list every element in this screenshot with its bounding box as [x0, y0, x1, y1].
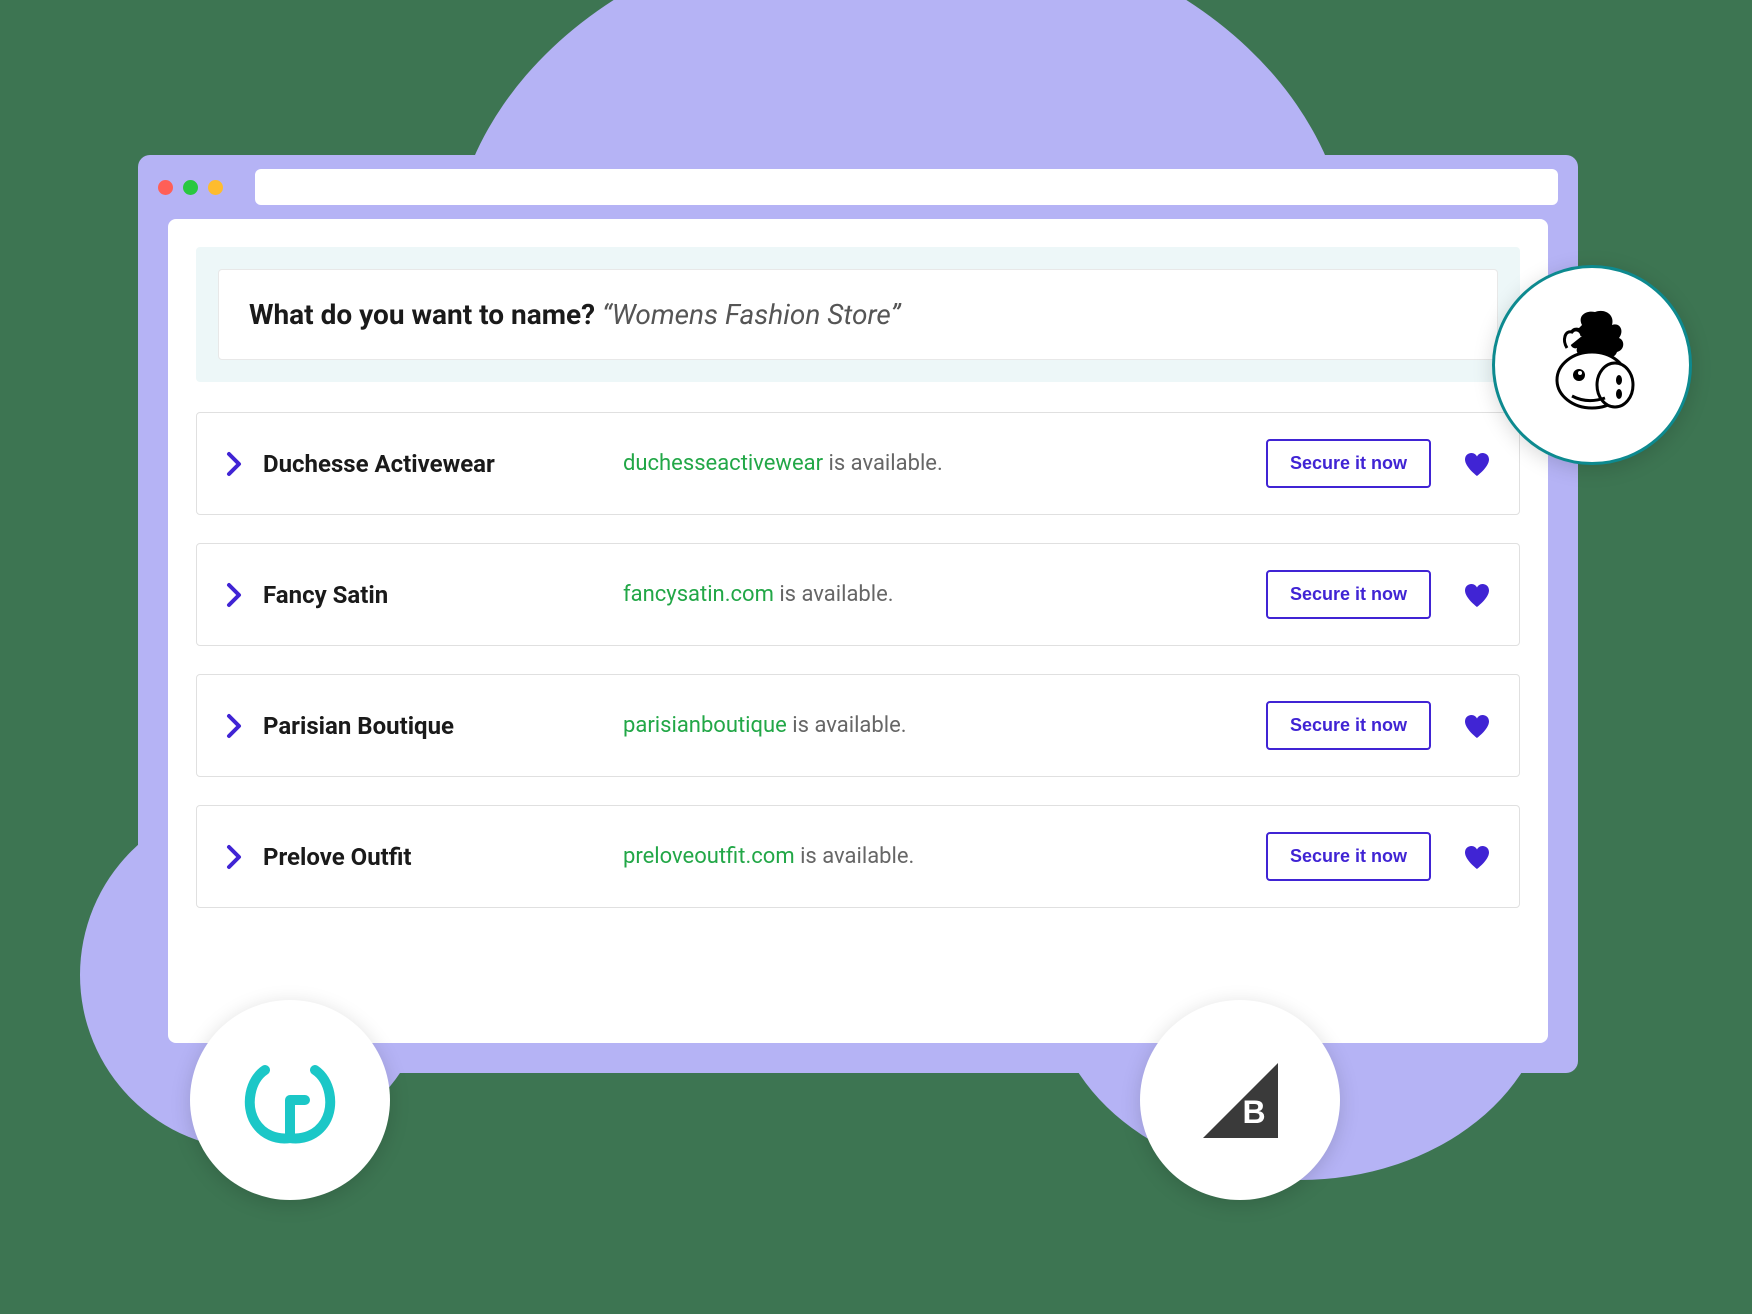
heart-icon[interactable]: [1463, 451, 1491, 477]
url-bar[interactable]: [255, 169, 1558, 205]
window-controls: [158, 180, 223, 195]
heart-icon[interactable]: [1463, 844, 1491, 870]
availability-suffix: is available.: [795, 844, 915, 869]
close-window-button[interactable]: [158, 180, 173, 195]
maximize-window-button[interactable]: [208, 180, 223, 195]
result-row[interactable]: Duchesse Activewear duchesseactivewear i…: [196, 412, 1520, 515]
search-prompt-label: What do you want to name?: [249, 298, 595, 331]
result-availability: parisianboutique is available.: [623, 713, 1246, 738]
results-list: Duchesse Activewear duchesseactivewear i…: [196, 412, 1520, 908]
chevron-right-icon: [225, 844, 243, 870]
secure-button[interactable]: Secure it now: [1266, 570, 1431, 619]
secure-button[interactable]: Secure it now: [1266, 832, 1431, 881]
secure-button[interactable]: Secure it now: [1266, 439, 1431, 488]
result-availability: preloveoutfit.com is available.: [623, 844, 1246, 869]
result-domain: duchesseactivewear: [623, 451, 823, 476]
result-availability: duchesseactivewear is available.: [623, 451, 1246, 476]
browser-chrome: [138, 155, 1578, 219]
page-content: What do you want to name? “Womens Fashio…: [168, 219, 1548, 1043]
heart-icon[interactable]: [1463, 713, 1491, 739]
result-name: Duchesse Activewear: [263, 450, 603, 478]
availability-suffix: is available.: [787, 713, 907, 738]
availability-suffix: is available.: [823, 451, 943, 476]
result-name: Prelove Outfit: [263, 843, 603, 871]
result-domain: preloveoutfit.com: [623, 844, 795, 869]
bigcommerce-icon: B: [1203, 1063, 1278, 1138]
result-row[interactable]: Parisian Boutique parisianboutique is av…: [196, 674, 1520, 777]
partner-badge-mascot: [1492, 265, 1692, 465]
result-name: Parisian Boutique: [263, 712, 603, 740]
availability-suffix: is available.: [774, 582, 894, 607]
search-box[interactable]: What do you want to name? “Womens Fashio…: [218, 269, 1498, 360]
godaddy-icon: [235, 1050, 345, 1150]
secure-button[interactable]: Secure it now: [1266, 701, 1431, 750]
heart-icon[interactable]: [1463, 582, 1491, 608]
partner-badge-godaddy: [190, 1000, 390, 1200]
chevron-right-icon: [225, 451, 243, 477]
result-availability: fancysatin.com is available.: [623, 582, 1246, 607]
result-row[interactable]: Prelove Outfit preloveoutfit.com is avai…: [196, 805, 1520, 908]
result-name: Fancy Satin: [263, 581, 603, 609]
chevron-right-icon: [225, 582, 243, 608]
result-domain: fancysatin.com: [623, 582, 774, 607]
result-domain: parisianboutique: [623, 713, 787, 738]
partner-badge-bigcommerce: B: [1140, 1000, 1340, 1200]
minimize-window-button[interactable]: [183, 180, 198, 195]
result-row[interactable]: Fancy Satin fancysatin.com is available.…: [196, 543, 1520, 646]
chevron-right-icon: [225, 713, 243, 739]
search-banner: What do you want to name? “Womens Fashio…: [196, 247, 1520, 382]
donkey-mascot-icon: [1527, 300, 1657, 430]
browser-window: What do you want to name? “Womens Fashio…: [138, 155, 1578, 1073]
search-prompt-value: “Womens Fashion Store”: [602, 298, 900, 331]
